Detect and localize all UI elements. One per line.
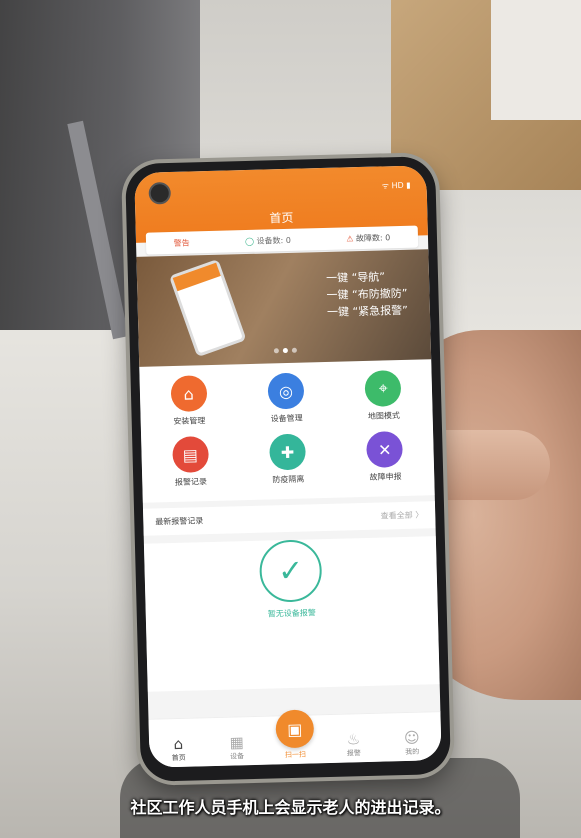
banner-slogan: 一键 “导航” 一键 “布防撤防” 一键 “紧急报警” bbox=[326, 268, 408, 321]
checkmark-icon: ✓ bbox=[258, 539, 323, 603]
shield-plus-icon: ✚ bbox=[269, 433, 307, 471]
phone: ᯤ HD ▮ 首页 警告 ◯ 设备数: 0 ⚠ 故障数: 0 一键 “导航” 一… bbox=[124, 156, 452, 782]
grid-item-label: 故障申报 bbox=[369, 472, 402, 482]
slogan-line: 一键 “导航” bbox=[325, 270, 386, 285]
fault-count-stat: ⚠ 故障数: 0 bbox=[346, 232, 390, 244]
grid-item-alarm-records[interactable]: ▤ 报警记录 bbox=[141, 435, 240, 489]
tab-label: 首页 bbox=[171, 753, 186, 763]
location-pin-icon: ⌂ bbox=[170, 375, 208, 413]
carousel-dots[interactable] bbox=[139, 334, 431, 361]
grid-item-install[interactable]: ⌂ 安装管理 bbox=[140, 374, 239, 428]
grid-item-label: 地图模式 bbox=[367, 411, 401, 421]
photo-caption: 社区工作人员手机上会显示老人的进出记录。 bbox=[130, 798, 451, 817]
tab-mine[interactable]: ☺ 我的 bbox=[392, 728, 433, 757]
offline-stat: 警告 bbox=[173, 237, 190, 248]
slogan-line: 一键 “布防撤防” bbox=[326, 286, 408, 302]
scan-icon: ▣ bbox=[275, 709, 315, 749]
carousel-dot bbox=[291, 347, 297, 353]
alerts-title: 最新报警记录 bbox=[155, 516, 204, 527]
status-bar: ᯤ HD ▮ bbox=[381, 180, 411, 191]
fault-count-label: 故障数: 0 bbox=[355, 232, 391, 243]
check-circle-icon: ◯ bbox=[244, 236, 255, 246]
slogan-line: 一键 “紧急报警” bbox=[326, 303, 409, 319]
user-icon: ☺ bbox=[403, 728, 420, 748]
tab-home[interactable]: ⌂ 首页 bbox=[158, 734, 199, 763]
grid-item-fault-report[interactable]: ✕ 故障申报 bbox=[336, 430, 435, 484]
alarm-light-icon: ♨ bbox=[346, 730, 361, 749]
front-camera bbox=[148, 181, 172, 205]
device-count-label: 设备数: 0 bbox=[256, 235, 292, 246]
grid-item-label: 报警记录 bbox=[174, 477, 208, 487]
grid-icon: ▦ bbox=[229, 733, 245, 752]
alerts-empty-state: ✓ 暂无设备报警 bbox=[143, 536, 440, 692]
grid-item-label: 防疫隔离 bbox=[272, 474, 305, 485]
grid-item-map[interactable]: ⌖ 地图模式 bbox=[334, 369, 433, 423]
tab-label: 扫一扫 bbox=[284, 750, 307, 760]
bottom-tab-bar: ⌂ 首页 ▦ 设备 ▣ 扫一扫 ♨ 报警 ☺ 我的 bbox=[148, 709, 442, 768]
tab-scan[interactable]: ▣ 扫一扫 bbox=[274, 709, 315, 760]
grid-item-devices[interactable]: ◎ 设备管理 bbox=[237, 372, 336, 426]
tab-alarm[interactable]: ♨ 报警 bbox=[333, 730, 374, 759]
view-all-link[interactable]: 查看全部 〉 bbox=[381, 509, 424, 521]
grid-item-isolation[interactable]: ✚ 防疫隔离 bbox=[238, 433, 337, 487]
warning-icon: ⚠ bbox=[346, 233, 354, 243]
device-manage-icon: ◎ bbox=[267, 372, 305, 410]
map-icon: ⌖ bbox=[364, 370, 402, 407]
tab-label: 我的 bbox=[405, 747, 420, 757]
tab-label: 报警 bbox=[346, 749, 361, 758]
tools-icon: ✕ bbox=[366, 430, 404, 468]
phone-screen: ᯤ HD ▮ 首页 警告 ◯ 设备数: 0 ⚠ 故障数: 0 一键 “导航” 一… bbox=[134, 165, 442, 768]
empty-alerts-text: 暂无设备报警 bbox=[267, 608, 316, 619]
device-count-stat: ◯ 设备数: 0 bbox=[245, 234, 291, 246]
alerts-header: 最新报警记录 查看全部 〉 bbox=[142, 501, 436, 536]
carousel-dot-active bbox=[282, 347, 288, 354]
grid-item-label: 设备管理 bbox=[270, 413, 303, 424]
home-icon: ⌂ bbox=[173, 734, 184, 754]
white-box bbox=[491, 0, 581, 120]
function-grid: ⌂ 安装管理 ◎ 设备管理 ⌖ 地图模式 ▤ 报警记录 ✚ 防疫隔离 ✕ 故障申… bbox=[139, 359, 435, 503]
alarm-record-icon: ▤ bbox=[171, 436, 209, 474]
promo-banner[interactable]: 一键 “导航” 一键 “布防撤防” 一键 “紧急报警” bbox=[136, 249, 432, 367]
tab-device[interactable]: ▦ 设备 bbox=[216, 733, 257, 762]
grid-item-label: 安装管理 bbox=[173, 416, 206, 426]
tab-label: 设备 bbox=[229, 752, 245, 761]
carousel-dot bbox=[273, 348, 279, 354]
